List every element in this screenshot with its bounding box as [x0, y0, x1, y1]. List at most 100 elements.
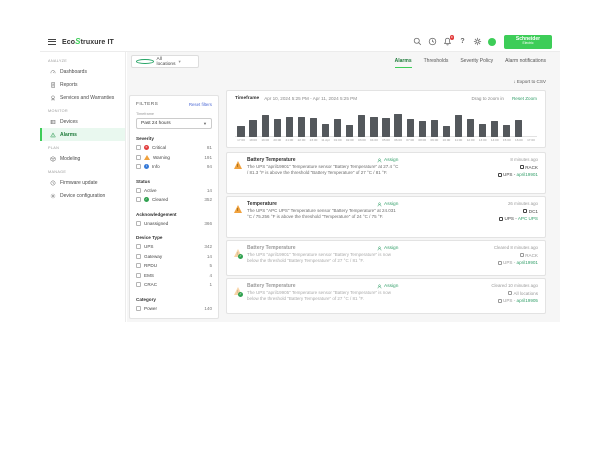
filter-option-ups[interactable]: UPS342	[136, 242, 212, 252]
alarm-location[interactable]: RACK	[494, 253, 538, 258]
checkbox[interactable]	[136, 282, 141, 287]
device-link[interactable]: april19901	[517, 172, 538, 177]
chart-bar	[334, 119, 341, 137]
filter-option-gateway[interactable]: Gateway14	[136, 252, 212, 262]
chart-bar	[370, 117, 377, 137]
chart-bar	[407, 119, 414, 137]
sidebar-item-reports[interactable]: Reports	[40, 78, 125, 91]
timeframe-chart-card: Timeframe Apr 10, 2024 5:25 PM - Apr 11,…	[226, 90, 546, 148]
location-icon	[520, 253, 524, 257]
chart-bar	[443, 126, 450, 137]
alarm-row-1[interactable]: Battery Temperature The UPS "april19901"…	[226, 152, 546, 194]
person-icon	[377, 158, 382, 163]
filter-option-unassigned[interactable]: Unassigned366	[136, 219, 212, 229]
filter-option-info[interactable]: iInfo94	[136, 162, 212, 172]
sidebar-item-device-configuration[interactable]: Device configuration	[40, 189, 125, 202]
ups-device-icon	[499, 217, 503, 221]
filter-option-critical[interactable]: ✕Critical81	[136, 143, 212, 153]
warning-icon	[234, 161, 242, 169]
history-clock-icon[interactable]	[428, 37, 437, 46]
checkbox[interactable]	[136, 306, 141, 311]
reset-zoom-link[interactable]: Reset Zoom	[512, 96, 537, 101]
location-icon	[523, 209, 527, 213]
cleared-check-icon: ✓	[238, 292, 243, 297]
chart-bar	[249, 120, 256, 137]
search-icon[interactable]	[413, 37, 422, 46]
info-icon: i	[144, 164, 149, 169]
chart-bar	[491, 121, 498, 137]
device-link[interactable]: april19901	[517, 260, 538, 265]
device-server-icon	[50, 119, 56, 125]
alarm-location[interactable]: RACK	[498, 165, 539, 170]
filter-option-power[interactable]: Power140	[136, 304, 212, 314]
person-icon	[377, 284, 382, 289]
checkbox[interactable]	[136, 273, 141, 278]
checkbox[interactable]	[136, 244, 141, 249]
timeframe-dropdown[interactable]: Past 24 hours ▼	[136, 118, 212, 129]
chart-bar	[382, 118, 389, 137]
sidebar-item-alarms[interactable]: Alarms	[40, 128, 125, 141]
ups-device-icon	[498, 299, 502, 303]
settings-gear-icon[interactable]	[473, 37, 482, 46]
user-avatar[interactable]	[488, 38, 496, 46]
filter-group-acknowledgement: Acknowledgement	[136, 212, 212, 217]
alarm-frequency-chart[interactable]: 17:0018:0019:0020:0021:0022:0023:0011 Ap…	[235, 107, 537, 143]
alarm-time: 8 minutes ago	[498, 157, 539, 162]
assign-button[interactable]: Assign	[377, 158, 398, 163]
checkbox[interactable]	[136, 155, 141, 160]
chart-bar	[455, 115, 462, 137]
checkbox[interactable]	[136, 188, 141, 193]
sidebar-item-dashboards[interactable]: Dashboards	[40, 65, 125, 78]
notifications-bell-icon[interactable]: 9	[443, 37, 452, 46]
alarm-location[interactable]: DC1	[499, 209, 538, 214]
checkbox[interactable]	[136, 254, 141, 259]
sidebar-item-firmware-update[interactable]: Firmware update	[40, 176, 125, 189]
assign-button[interactable]: Assign	[377, 246, 398, 251]
checkbox[interactable]	[136, 145, 141, 150]
device-link[interactable]: april19905	[517, 298, 538, 303]
filter-option-crac[interactable]: CRAC1	[136, 280, 212, 290]
ups-device-icon	[498, 173, 502, 177]
assign-button[interactable]: Assign	[377, 284, 398, 289]
sidebar-item-devices[interactable]: Devices	[40, 115, 125, 128]
device-link[interactable]: APC UPS	[518, 216, 538, 221]
filter-option-rpdu[interactable]: RPDU5	[136, 261, 212, 271]
chart-bar	[419, 121, 426, 137]
alarm-row-4[interactable]: ✓ Battery Temperature The UPS "april1990…	[226, 278, 546, 314]
top-bar: EcoStruxure IT 9 ? Schneider Electric	[40, 32, 560, 52]
checkbox[interactable]	[136, 263, 141, 268]
alarm-row-2[interactable]: Temperature The UPS "APC UPS" Temperatur…	[226, 196, 546, 238]
checkbox[interactable]	[136, 221, 141, 226]
export-csv-button[interactable]: ↓ Export to CSV	[513, 79, 546, 84]
filter-option-active[interactable]: Active14	[136, 186, 212, 196]
chart-bar	[431, 120, 438, 137]
drag-to-zoom-hint: Drag to zoom in	[472, 96, 504, 101]
sidebar-item-services-warranties[interactable]: Services and Warranties	[40, 91, 125, 104]
tab-severity-policy[interactable]: Severity Policy	[460, 58, 493, 68]
alarm-location[interactable]: All locations	[491, 291, 538, 296]
assign-button[interactable]: Assign	[377, 202, 398, 207]
filter-option-cleared[interactable]: ✓Cleared352	[136, 195, 212, 205]
filter-option-ems[interactable]: EMS4	[136, 271, 212, 281]
alarm-time: Cleared 10 minutes ago	[491, 283, 538, 288]
reset-filters-link[interactable]: Reset filters	[189, 102, 212, 107]
warning-icon	[144, 155, 150, 160]
checkbox[interactable]	[136, 164, 141, 169]
location-selector[interactable]: All locations ▾	[131, 55, 199, 68]
tab-alarm-notifications[interactable]: Alarm notifications	[505, 58, 546, 68]
tab-alarms[interactable]: Alarms	[395, 58, 412, 68]
warranty-badge-icon	[50, 95, 56, 101]
checkbox[interactable]	[136, 197, 141, 202]
sidebar-item-modeling[interactable]: Modeling	[40, 152, 125, 165]
alarm-device: UPS - april19901	[494, 260, 538, 265]
alarm-device: UPS - APC UPS	[499, 216, 538, 221]
help-icon[interactable]: ?	[458, 37, 467, 46]
chart-bar	[298, 117, 305, 137]
person-icon	[377, 202, 382, 207]
location-icon	[508, 291, 512, 295]
hamburger-menu-icon[interactable]	[48, 39, 56, 45]
tab-thresholds[interactable]: Thresholds	[424, 58, 449, 68]
alarm-row-3[interactable]: ✓ Battery Temperature The UPS "april1990…	[226, 240, 546, 276]
filter-option-warning[interactable]: Warning191	[136, 153, 212, 163]
person-icon	[377, 246, 382, 251]
